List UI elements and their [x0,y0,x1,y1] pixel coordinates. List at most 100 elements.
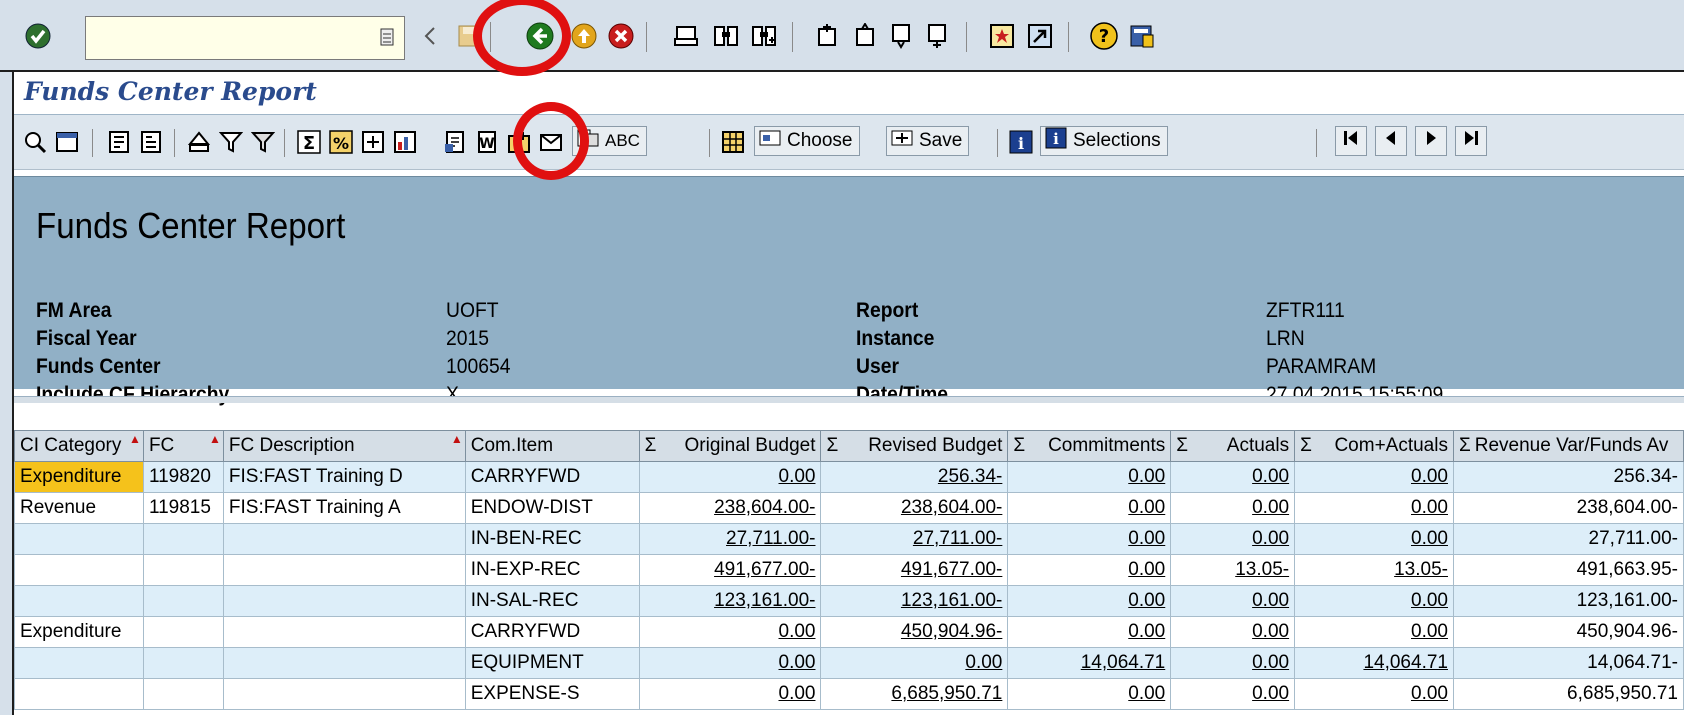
cell-revised-budget[interactable]: 256.34- [820,461,1009,493]
cell-revised-budget[interactable]: 123,161.00- [820,585,1009,617]
previous-row-button[interactable] [1375,126,1407,156]
selections-button[interactable]: i Selections [1040,126,1168,156]
cell-revised-budget[interactable]: 450,904.96- [820,616,1009,648]
layout-icon[interactable] [1128,22,1156,50]
table-row[interactable]: Expenditure 119820 FIS:FAST Training D CARR… [14,461,1684,493]
column-header-revenue-var[interactable]: Σ Revenue Var/Funds Av [1452,430,1684,462]
cell-commitments[interactable]: 0.00 [1007,678,1172,710]
grid-display-icon[interactable] [54,129,80,155]
cell-actuals[interactable]: 0.00 [1170,523,1296,555]
cell-commitments[interactable]: 0.00 [1007,523,1172,555]
column-header-actuals[interactable]: Σ Actuals [1170,430,1296,462]
cell-actuals[interactable]: 13.05- [1170,554,1296,586]
collapse-icon[interactable] [416,22,444,50]
cell-commitments[interactable]: 0.00 [1007,616,1172,648]
previous-page-icon[interactable] [852,22,880,50]
chart-icon[interactable] [392,129,418,155]
exit-icon[interactable] [570,22,598,50]
first-page-icon[interactable] [814,22,842,50]
cell-original-budget[interactable]: 123,161.00- [638,585,822,617]
cell-original-budget[interactable]: 0.00 [638,616,822,648]
save-layout-button[interactable]: Save [886,126,970,156]
cell-actuals[interactable]: 0.00 [1170,585,1296,617]
cell-com-actuals[interactable]: 0.00 [1294,492,1454,524]
choose-layout-button[interactable]: Choose [754,126,860,156]
print-icon[interactable] [672,22,700,50]
cell-revised-budget[interactable]: 491,677.00- [820,554,1009,586]
table-row[interactable]: EXPENSE-S 0.00 6,685,950.71 0.00 0.00 0.00 6,6… [14,678,1684,710]
create-session-icon[interactable] [988,22,1016,50]
cell-revised-budget[interactable]: 0.00 [820,647,1009,679]
cell-commitments[interactable]: 0.00 [1007,461,1172,493]
cell-actuals[interactable]: 0.00 [1170,461,1296,493]
column-header-com-actuals[interactable]: Σ Com+Actuals [1294,430,1454,462]
cell-commitments[interactable]: 0.00 [1007,585,1172,617]
table-row[interactable]: IN-BEN-REC 27,711.00- 27,711.00- 0.00 0.00 0.… [14,523,1684,555]
print-preview-icon[interactable] [360,129,386,155]
cell-original-budget[interactable]: 0.00 [638,461,822,493]
table-row[interactable]: IN-SAL-REC 123,161.00- 123,161.00- 0.00 0.00… [14,585,1684,617]
cell-actuals[interactable]: 0.00 [1170,647,1296,679]
last-row-button[interactable] [1455,126,1487,156]
command-field[interactable] [85,16,405,60]
cell-com-actuals[interactable]: 0.00 [1294,678,1454,710]
cell-actuals[interactable]: 0.00 [1170,616,1296,648]
cell-com-actuals[interactable]: 0.00 [1294,523,1454,555]
cell-commitments[interactable]: 14,064.71 [1007,647,1172,679]
column-header-commitments[interactable]: Σ Commitments [1007,430,1172,462]
table-row[interactable]: IN-EXP-REC 491,677.00- 491,677.00- 0.00 13.0… [14,554,1684,586]
column-header-revised-budget[interactable]: Σ Revised Budget [820,430,1009,462]
cell-revenue-var: 491,663.95- [1452,554,1684,586]
column-header-fc-description[interactable]: FC Description ▲ [222,430,466,462]
cell-com-actuals[interactable]: 14,064.71 [1294,647,1454,679]
next-row-button[interactable] [1415,126,1447,156]
cell-commitments[interactable]: 0.00 [1007,554,1172,586]
sort-descending-icon[interactable] [138,129,164,155]
svg-text:W: W [479,136,494,152]
column-header-com-item[interactable]: Com.Item [464,430,640,462]
shortcut-icon[interactable] [1026,22,1054,50]
find-in-list-icon[interactable] [186,129,212,155]
cell-actuals[interactable]: 0.00 [1170,492,1296,524]
cell-original-budget[interactable]: 491,677.00- [638,554,822,586]
cell-original-budget[interactable]: 238,604.00- [638,492,822,524]
cell-com-actuals[interactable]: 0.00 [1294,461,1454,493]
cell-revised-budget[interactable]: 6,685,950.71 [820,678,1009,710]
find-next-icon[interactable] [750,22,778,50]
next-page-icon[interactable] [888,22,916,50]
find-icon[interactable] [712,22,740,50]
command-history-icon[interactable] [380,27,394,52]
first-row-button[interactable] [1335,126,1367,156]
cell-original-budget[interactable]: 0.00 [638,647,822,679]
word-processing-icon[interactable]: W [474,129,500,155]
filter-delete-icon[interactable] [250,129,276,155]
command-input[interactable] [86,17,378,57]
information-icon[interactable]: i [1008,129,1034,155]
table-row[interactable]: Expenditure CARRYFWD 0.00 450,904.96- 0.00 0.… [14,616,1684,648]
cell-com-actuals[interactable]: 0.00 [1294,616,1454,648]
cell-revised-budget[interactable]: 27,711.00- [820,523,1009,555]
help-icon[interactable]: ? [1090,22,1118,50]
details-icon[interactable] [22,129,48,155]
cell-original-budget[interactable]: 27,711.00- [638,523,822,555]
cell-com-actuals[interactable]: 13.05- [1294,554,1454,586]
cell-revised-budget[interactable]: 238,604.00- [820,492,1009,524]
cell-com-actuals[interactable]: 0.00 [1294,585,1454,617]
subtotal-icon[interactable]: % [328,129,354,155]
cancel-icon[interactable] [607,22,635,50]
export-spreadsheet-icon[interactable] [442,129,468,155]
total-icon[interactable]: Σ [296,129,322,155]
cell-original-budget[interactable]: 0.00 [638,678,822,710]
cell-actuals[interactable]: 0.00 [1170,678,1296,710]
last-page-icon[interactable] [924,22,952,50]
column-header-ci-category[interactable]: CI Category ▲ [14,430,144,462]
column-header-fc[interactable]: FC ▲ [142,430,224,462]
table-row[interactable]: Revenue 119815 FIS:FAST Training A ENDOW-DI… [14,492,1684,524]
sort-ascending-icon[interactable] [106,129,132,155]
cell-commitments[interactable]: 0.00 [1007,492,1172,524]
column-header-original-budget[interactable]: Σ Original Budget [638,430,822,462]
filter-icon[interactable] [218,129,244,155]
change-layout-icon[interactable] [720,129,746,155]
enter-icon[interactable] [24,22,52,50]
table-row[interactable]: EQUIPMENT 0.00 0.00 14,064.71 0.00 14,064.71 1… [14,647,1684,679]
